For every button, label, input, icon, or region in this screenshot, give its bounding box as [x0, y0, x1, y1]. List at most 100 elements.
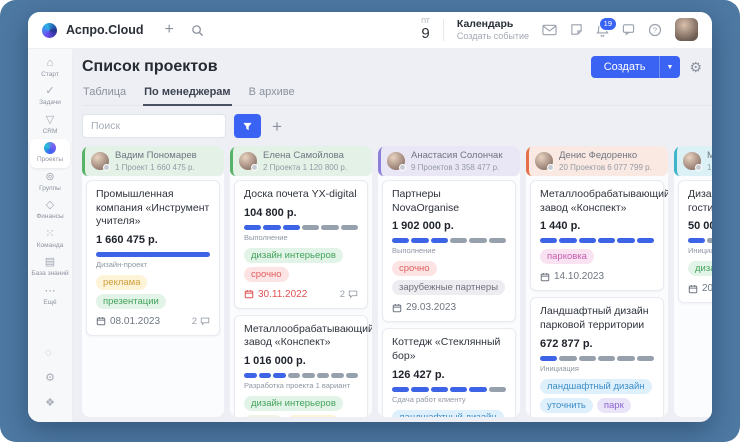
create-button[interactable]: Создать ▼: [591, 56, 681, 78]
tag[interactable]: срочно: [392, 261, 437, 276]
progress-segment: [283, 225, 300, 230]
sidebar-footer: ◌⚙❖: [45, 341, 55, 416]
progress-bar: [244, 225, 358, 230]
tag-list: ландшафтный дизайнмакет: [392, 410, 506, 417]
settings-icon[interactable]: ⚙: [45, 366, 55, 391]
create-button-label[interactable]: Создать: [591, 56, 659, 78]
search-input[interactable]: [82, 114, 226, 138]
calendar-date[interactable]: ПТ 9: [421, 19, 430, 42]
column-header[interactable]: Мирослава1 Проект: [674, 146, 712, 176]
column-body: Доска почета YX-digital104 800 р.Выполне…: [230, 179, 372, 417]
sidebar-item-groups[interactable]: ⊚Группы: [30, 168, 70, 196]
sidebar-item-label: CRM: [43, 128, 58, 135]
project-card[interactable]: Промышленная компания «Инструмент учител…: [86, 180, 220, 336]
card-price: 1 902 000 р.: [392, 220, 506, 232]
tag-list: дизайн интерьеров: [688, 261, 712, 276]
sidebar-item-label: Задачи: [39, 99, 61, 106]
card-price: 1 016 000 р.: [244, 355, 358, 367]
column-body: Партнеры NovaOrganise1 902 000 р.Выполне…: [378, 179, 520, 417]
tab-by-managers[interactable]: По менеджерам: [143, 83, 231, 106]
project-card[interactable]: Ландшафтный дизайн парковой территории67…: [530, 297, 664, 417]
progress-segment: [288, 373, 301, 378]
board-column: Мирослава1 Проект Дизайн интерьеров гости…: [674, 146, 712, 417]
tag[interactable]: презентации: [96, 294, 166, 309]
finance-icon: ◇: [46, 199, 54, 211]
view-tabs: Таблица По менеджерам В архиве: [82, 83, 712, 106]
due-date-text: 14.10.2023: [554, 271, 604, 282]
sidebar-item-start[interactable]: ⌂Старт: [30, 54, 70, 82]
project-card[interactable]: Дизайн интерьеров гостиницы50 000 р.Иниц…: [678, 180, 712, 303]
global-add-button[interactable]: +: [165, 22, 174, 38]
sidebar-item-tasks[interactable]: ✓Задачи: [30, 82, 70, 110]
calendar-shortcut[interactable]: Календарь Создать событие: [457, 18, 529, 41]
knowledge-icon: ▤: [45, 256, 55, 268]
notifications-bell-icon[interactable]: 19: [596, 23, 609, 37]
progress-segment: [317, 373, 330, 378]
tag[interactable]: ландшафтный дизайн: [392, 410, 504, 417]
progress-segment: [450, 387, 467, 392]
tag[interactable]: парковка: [540, 249, 594, 264]
column-header[interactable]: Денис Федоренко20 Проектов 6 077 799 р.: [526, 146, 668, 176]
mail-icon[interactable]: [542, 24, 557, 36]
manager-name: Мирослава: [707, 150, 712, 161]
tab-archive[interactable]: В архиве: [248, 83, 296, 105]
chat-icon[interactable]: [622, 23, 635, 36]
tab-table[interactable]: Таблица: [82, 83, 127, 105]
global-search-icon[interactable]: [191, 24, 204, 37]
progress-segment: [411, 238, 428, 243]
column-header[interactable]: Вадим Пономарев1 Проект 1 660 475 р.: [82, 146, 224, 176]
sidebar-item-knowledge[interactable]: ▤База знаний: [30, 253, 70, 281]
tag[interactable]: уточнить: [540, 398, 593, 413]
user-avatar[interactable]: [675, 18, 698, 41]
settings-gear-icon[interactable]: ⚙: [689, 60, 702, 74]
sidebar-item-finance[interactable]: ◇ Финансы: [30, 196, 70, 224]
sidebar: ⌂Старт✓Задачи▽CRMПроекты⊚Группы ◇ Финансы ⁙…: [28, 49, 73, 422]
sidebar-item-projects[interactable]: Проекты: [30, 139, 70, 167]
sidebar-item-more[interactable]: ⋯Ещё: [30, 282, 70, 310]
chevron-down-icon[interactable]: ▼: [659, 56, 681, 78]
tag[interactable]: реклама: [96, 275, 147, 290]
card-price: 672 877 р.: [540, 338, 654, 350]
card-price: 1 440 р.: [540, 220, 654, 232]
add-view-button[interactable]: +: [269, 118, 285, 135]
apps-icon[interactable]: ❖: [45, 391, 55, 416]
tag[interactable]: дизайн интерьеров: [244, 248, 343, 263]
due-date-text: 30.11.2022: [258, 289, 307, 300]
tag[interactable]: дизайн интерьеров: [688, 261, 712, 276]
card-footer: 08.01.20232: [96, 316, 210, 327]
sidebar-item-team[interactable]: ⁙Команда: [30, 225, 70, 253]
card-title: Доска почета YX-digital: [244, 188, 358, 202]
tag[interactable]: ландшафтный дизайн: [540, 379, 652, 394]
comment-icon: [200, 316, 210, 326]
sidebar-item-crm[interactable]: ▽CRM: [30, 111, 70, 139]
help-icon[interactable]: ?: [648, 23, 662, 37]
column-header[interactable]: Анастасия Солончак9 Проектов 3 358 477 р…: [378, 146, 520, 176]
sidebar-item-label: Старт: [41, 71, 59, 78]
project-card[interactable]: Доска почета YX-digital104 800 р.Выполне…: [234, 180, 368, 309]
tag[interactable]: дизайн интерьеров: [244, 396, 343, 411]
stage-label: Выполнение: [244, 233, 358, 242]
tag[interactable]: парк: [597, 398, 631, 413]
column-header[interactable]: Елена Самойлова2 Проекта 1 120 800 р.: [230, 146, 372, 176]
sidebar-item-label: Ещё: [43, 299, 56, 306]
project-card[interactable]: Металлообрабатывающий завод «Конспект»1 …: [234, 315, 368, 417]
tag[interactable]: макет: [244, 415, 283, 417]
filter-button[interactable]: [234, 114, 261, 138]
tag-list: дизайн интерьеров срочно: [244, 248, 358, 282]
manager-stats: 1 Проект 1 660 475 р.: [115, 163, 197, 172]
card-price: 1 660 475 р.: [96, 234, 210, 246]
sidebar-items: ⌂Старт✓Задачи▽CRMПроекты⊚Группы ◇ Финансы ⁙…: [30, 54, 70, 310]
project-card[interactable]: Коттедж «Стеклянный бор»126 427 р.Сдача …: [382, 328, 516, 417]
project-card[interactable]: Партнеры NovaOrganise1 902 000 р.Выполне…: [382, 180, 516, 322]
tag[interactable]: срочно: [244, 267, 289, 282]
sidebar-item-label: Финансы: [36, 213, 63, 220]
progress-bar: [392, 238, 506, 243]
progress-segment: [688, 238, 705, 243]
tag[interactable]: реклама: [287, 415, 338, 417]
progress-bar: [392, 387, 506, 392]
project-card[interactable]: Металлообрабатывающий завод «Конспект»1 …: [530, 180, 664, 291]
notes-icon[interactable]: [570, 23, 583, 36]
toolbar: +: [82, 114, 712, 138]
tag[interactable]: зарубежные партнеры: [392, 280, 505, 295]
support-icon[interactable]: ◌: [45, 341, 55, 366]
